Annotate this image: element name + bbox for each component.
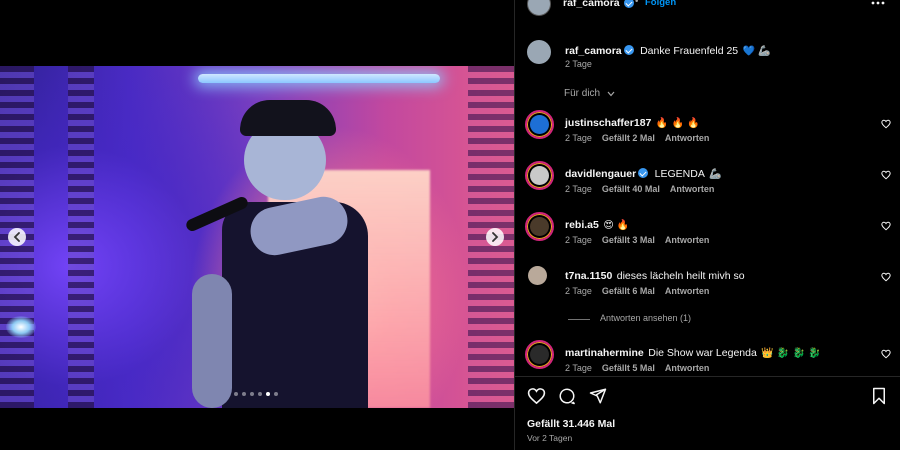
avatar-image	[530, 115, 549, 134]
comment-row: justinschaffer187 🔥 🔥 🔥 2 Tage Gefällt 2 M…	[515, 110, 900, 150]
verified-badge-icon	[623, 45, 634, 55]
commenter-username[interactable]: davidlengauer	[565, 168, 636, 180]
reply-button[interactable]: Antworten	[665, 133, 710, 143]
performer-arm-left	[192, 274, 232, 408]
reply-button[interactable]: Antworten	[670, 184, 715, 194]
commenter-username[interactable]: t7na.1150	[565, 270, 612, 282]
comment-like-heart-icon[interactable]	[881, 119, 891, 129]
carousel-dot	[258, 392, 262, 396]
avatar-image	[530, 345, 549, 364]
comment-row: martinahermine Die Show war Legenda 👑 🐉 …	[515, 340, 900, 380]
reply-button[interactable]: Antworten	[665, 286, 710, 296]
carousel-dots	[234, 392, 278, 396]
carousel-dot	[242, 392, 246, 396]
verified-badge-icon	[638, 168, 649, 178]
likes-row[interactable]: Gefällt 31.446 Mal	[515, 418, 900, 432]
post-header: raf_camora • Folgen	[515, 0, 900, 16]
comment-time[interactable]: 2 Tage	[565, 286, 592, 296]
performer-cap	[240, 100, 336, 136]
comment-likes[interactable]: Gefällt 6 Mal	[602, 286, 655, 296]
caption-text: Danke Frauenfeld 25	[640, 45, 739, 57]
author-avatar[interactable]	[527, 0, 551, 16]
carousel-dot	[250, 392, 254, 396]
carousel-next-button[interactable]	[486, 228, 504, 246]
comment-emojis: 😍 🔥	[603, 220, 630, 231]
post-photo	[0, 66, 514, 408]
comment-sort[interactable]: Für dich	[515, 88, 900, 102]
caption-username[interactable]: raf_camora	[565, 45, 622, 57]
comment-time[interactable]: 2 Tage	[565, 133, 592, 143]
posted-time[interactable]: Vor 2 Tagen	[527, 433, 572, 443]
commenter-username[interactable]: justinschaffer187	[565, 117, 651, 129]
view-replies[interactable]: Antworten ansehen (1)	[515, 312, 900, 326]
carousel-dot	[234, 392, 238, 396]
post-caption: raf_camora Danke Frauenfeld 25 💙 🦾 2 Tag…	[515, 40, 900, 74]
comment-row: rebi.a5 😍 🔥 2 Tage Gefällt 3 Mal Antworten	[515, 212, 900, 252]
comment-time[interactable]: 2 Tage	[565, 363, 592, 373]
view-replies-label[interactable]: Antworten ansehen (1)	[600, 313, 691, 323]
carousel-dot	[266, 392, 270, 396]
comment-likes[interactable]: Gefällt 5 Mal	[602, 363, 655, 373]
commenter-avatar[interactable]	[525, 110, 554, 139]
comment-like-heart-icon[interactable]	[881, 272, 891, 282]
header-dot: •	[635, 0, 639, 7]
comment-emojis: 🦾	[709, 169, 722, 180]
share-icon[interactable]	[589, 387, 607, 405]
commenter-avatar[interactable]	[525, 340, 554, 369]
comment-like-heart-icon[interactable]	[881, 170, 891, 180]
heart-icon[interactable]	[527, 387, 546, 405]
verified-badge-icon	[624, 0, 634, 8]
chevron-left-icon	[13, 232, 20, 242]
chevron-right-icon	[492, 232, 499, 242]
stage-truss-mid	[68, 66, 94, 408]
bookmark-icon[interactable]	[871, 387, 887, 405]
comment-likes[interactable]: Gefällt 2 Mal	[602, 133, 655, 143]
spotlight	[6, 316, 36, 338]
more-icon[interactable]	[871, 1, 885, 5]
comment-text: dieses lächeln heilt mivh so	[616, 270, 745, 282]
follow-button[interactable]: Folgen	[645, 0, 676, 8]
caption-emojis: 💙 🦾	[742, 46, 771, 57]
posted-row: Vor 2 Tagen	[515, 433, 900, 445]
author-username[interactable]: raf_camora	[563, 0, 620, 9]
commenter-avatar[interactable]	[525, 212, 554, 241]
commenter-username[interactable]: rebi.a5	[565, 219, 599, 231]
avatar-image	[530, 217, 549, 236]
performer-figure	[184, 98, 370, 408]
comment-like-heart-icon[interactable]	[881, 221, 891, 231]
carousel-prev-button[interactable]	[8, 228, 26, 246]
commenter-avatar[interactable]	[525, 161, 554, 190]
comment-emojis: 👑 🐉 🐉 🐉	[761, 348, 821, 359]
caption-time[interactable]: 2 Tage	[565, 59, 592, 69]
comment-icon[interactable]	[558, 387, 576, 405]
comment-likes[interactable]: Gefällt 3 Mal	[602, 235, 655, 245]
likes-count[interactable]: Gefällt 31.446 Mal	[527, 418, 615, 430]
commenter-username[interactable]: martinahermine	[565, 347, 644, 359]
reply-button[interactable]: Antworten	[665, 235, 710, 245]
comment-text: LEGENDA	[654, 168, 705, 180]
post-side-panel: raf_camora • Folgen raf_camora Danke Fra…	[514, 0, 900, 450]
stage-light	[198, 74, 440, 83]
comment-time[interactable]: 2 Tage	[565, 235, 592, 245]
avatar-image	[530, 166, 549, 185]
comment-row: t7na.1150 dieses lächeln heilt mivh so 2…	[515, 263, 900, 303]
comment-like-heart-icon[interactable]	[881, 349, 891, 359]
chevron-down-icon	[607, 91, 615, 97]
replies-line	[568, 319, 590, 320]
avatar-image	[528, 266, 547, 285]
sort-label[interactable]: Für dich	[564, 88, 600, 99]
action-bar	[515, 376, 900, 414]
comment-time[interactable]: 2 Tage	[565, 184, 592, 194]
comment-emojis: 🔥 🔥 🔥	[655, 118, 700, 129]
comment-text: Die Show war Legenda	[648, 347, 757, 359]
comment-likes[interactable]: Gefällt 40 Mal	[602, 184, 660, 194]
commenter-avatar[interactable]	[525, 263, 554, 292]
caption-author-avatar[interactable]	[527, 40, 551, 64]
carousel-dot	[274, 392, 278, 396]
reply-button[interactable]: Antworten	[665, 363, 710, 373]
comment-row: davidlengauer LEGENDA 🦾 2 Tage Gefällt 40 …	[515, 161, 900, 201]
media-viewer	[0, 0, 514, 450]
